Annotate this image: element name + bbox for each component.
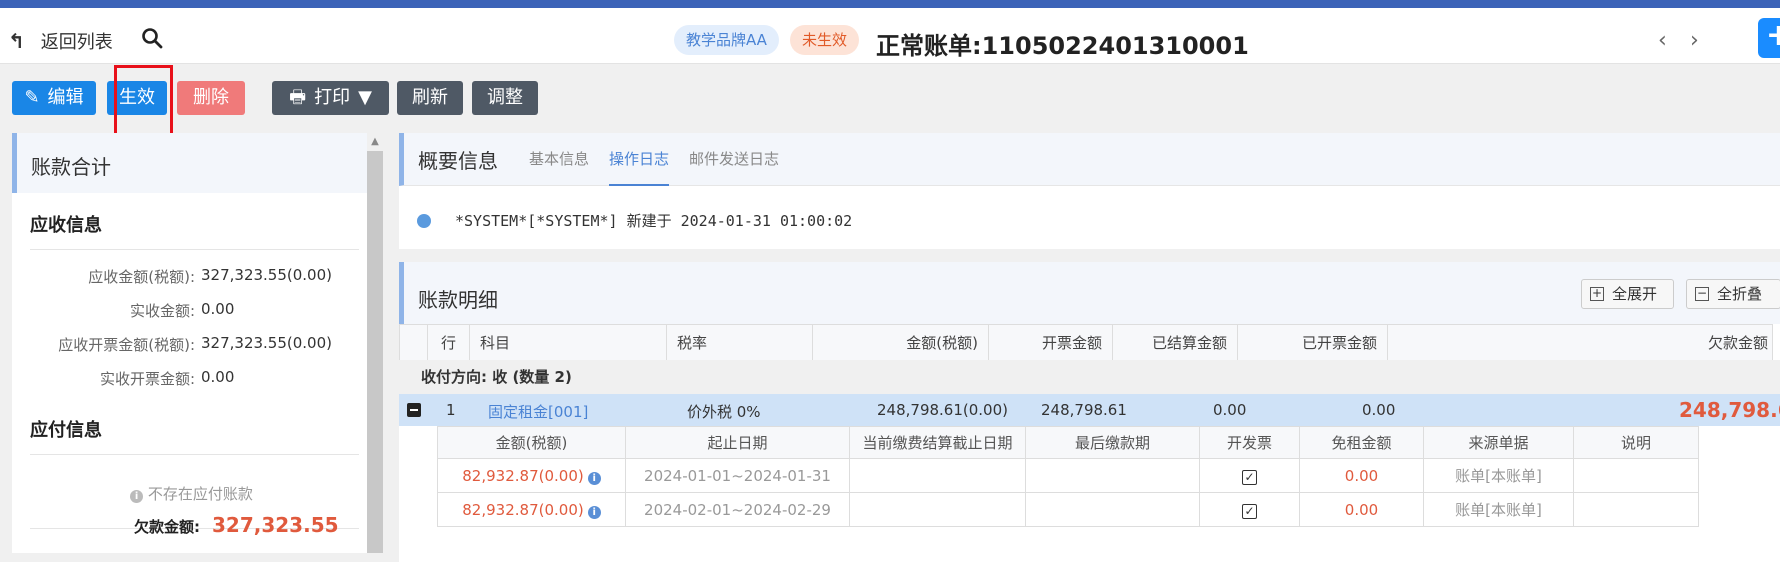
delete-button[interactable]: 删除	[177, 81, 245, 115]
info-icon[interactable]: i	[587, 471, 601, 485]
detail-header: 账款明细 + 全展开 − 全折叠	[399, 262, 1780, 324]
account-detail-panel: 账款明细 + 全展开 − 全折叠 行 科目 税率 金额(税额) 开票金额 已结算金额…	[399, 262, 1780, 562]
payable-heading: 应付信息	[30, 420, 102, 441]
account-summary-panel: 账款合计 应收信息 应收金额(税额): 327,323.55(0.00) 实收金额…	[12, 133, 367, 553]
col-amount: 金额(税额)	[812, 324, 989, 361]
no-payable-message: i 不存在应付账款	[12, 483, 367, 504]
receivable-heading: 应收信息	[30, 215, 102, 236]
checkbox-checked-icon[interactable]: ✓	[1242, 469, 1257, 485]
tab-email-log[interactable]: 邮件发送日志	[689, 133, 779, 186]
printer-icon: 🖶	[289, 87, 307, 108]
edit-icon: ✎	[24, 87, 40, 108]
kv-row: 实收金额: 0.00	[129, 300, 235, 320]
scroll-up-icon[interactable]: ▲	[367, 133, 383, 151]
col-invoiced: 已开票金额	[1237, 324, 1388, 361]
kv-row: 应收金额(税额): 327,323.55(0.00)	[88, 266, 332, 286]
summary-panel: 概要信息 基本信息 操作日志 邮件发送日志 *SYSTEM*[*SYSTEM*]…	[399, 133, 1780, 249]
print-label: 打印	[314, 87, 351, 108]
detail-table-header: 行 科目 税率 金额(税额) 开票金额 已结算金额 已开票金额 欠款金额	[399, 324, 1773, 361]
top-accent-strip	[0, 0, 1780, 8]
print-button[interactable]: 🖶 打印 ▼	[272, 81, 389, 115]
back-label: 返回列表	[40, 32, 113, 53]
col-invoice: 开票金额	[988, 324, 1113, 361]
subject-link[interactable]: 固定租金[001]	[488, 401, 588, 422]
edit-button[interactable]: ✎ 编辑	[12, 81, 96, 115]
next-record-icon[interactable]: ›	[1690, 28, 1699, 53]
back-to-list-link[interactable]: ↰ 返回列表	[8, 28, 113, 54]
back-arrow-icon: ↰	[8, 29, 25, 53]
header-bar: ↰ 返回列表 教学品牌AA 未生效 正常账单:1105022401310001 …	[0, 8, 1780, 64]
summary-header: 概要信息 基本信息 操作日志 邮件发送日志	[399, 133, 1780, 186]
log-entry: *SYSTEM*[*SYSTEM*] 新建于 2024-01-31 01:00:…	[399, 186, 1780, 231]
col-settled: 已结算金额	[1112, 324, 1238, 361]
table-row: 82,932.87(0.00) i 2024-02-01~2024-02-29 ✓…	[437, 492, 1699, 527]
minus-square-icon: −	[1695, 286, 1709, 301]
kv-row: 应收开票金额(税额): 327,323.55(0.00)	[58, 334, 332, 354]
collapse-row-icon[interactable]	[407, 403, 421, 417]
refresh-button[interactable]: 刷新	[397, 81, 463, 115]
expand-all-button[interactable]: + 全展开	[1581, 279, 1674, 309]
kv-row: 实收开票金额: 0.00	[99, 368, 235, 388]
table-row[interactable]: 1 固定租金[001] 价外税 0% 248,798.61(0.00) 248,…	[399, 394, 1780, 426]
collapse-all-button[interactable]: − 全折叠	[1686, 279, 1780, 309]
plus-square-icon: +	[1590, 286, 1604, 301]
status-badge: 未生效	[790, 25, 860, 55]
highlight-box	[114, 65, 173, 139]
tab-basic-info[interactable]: 基本信息	[529, 133, 589, 186]
col-owed: 欠款金额	[1387, 324, 1773, 361]
brand-badge: 教学品牌AA	[674, 25, 779, 55]
col-tax: 税率	[666, 324, 813, 361]
direction-row: 收付方向: 收 (数量 2)	[399, 360, 1780, 394]
prev-record-icon[interactable]: ‹	[1658, 28, 1667, 53]
tab-operation-log[interactable]: 操作日志	[609, 133, 670, 186]
sub-detail-table: 金额(税额) 起止日期 当前缴费结算截止日期 最后缴款期 开发票 免租金额 来源…	[437, 426, 1699, 527]
owe-amount: 欠款金额: 327,323.55	[134, 513, 339, 537]
col-row: 行	[427, 324, 470, 361]
caret-down-icon: ▼	[358, 87, 372, 108]
panel-title: 账款合计	[12, 133, 367, 193]
search-icon[interactable]	[140, 26, 164, 50]
info-icon[interactable]: i	[587, 505, 601, 519]
checkbox-checked-icon[interactable]: ✓	[1242, 503, 1257, 519]
edit-label: 编辑	[47, 87, 84, 108]
info-icon: i	[130, 490, 144, 503]
table-row: 82,932.87(0.00) i 2024-01-01~2024-01-31 ✓…	[437, 458, 1699, 493]
divider	[30, 454, 359, 455]
col-subject: 科目	[469, 324, 667, 361]
timeline-dot-icon	[417, 213, 431, 228]
summary-title: 概要信息	[418, 148, 498, 173]
bill-title: 正常账单:1105022401310001	[876, 32, 1249, 60]
add-button[interactable]: +	[1758, 18, 1780, 58]
divider	[30, 249, 359, 250]
adjust-button[interactable]: 调整	[472, 81, 538, 115]
scrollbar[interactable]: ▲	[367, 133, 383, 553]
detail-title: 账款明细	[418, 288, 498, 312]
